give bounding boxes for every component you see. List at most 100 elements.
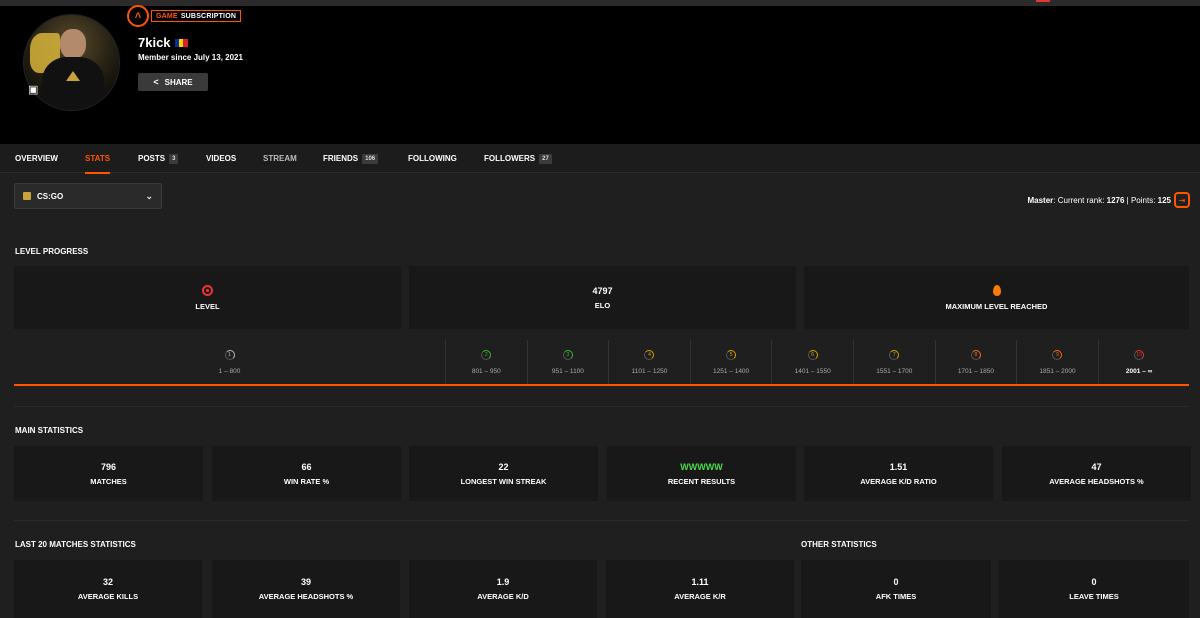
- level-range: 1551 – 1700: [876, 367, 913, 375]
- avatar[interactable]: [23, 14, 120, 111]
- count-badge: 3: [169, 153, 179, 164]
- stat-label: LEAVE TIMES: [1069, 592, 1119, 601]
- stat-card: 796 MATCHES: [14, 446, 203, 501]
- stat-label: RECENT RESULTS: [667, 476, 736, 486]
- stat-value: 66: [301, 461, 312, 472]
- max-level-label: MAXIMUM LEVEL REACHED: [945, 301, 1048, 311]
- stat-value: 796: [100, 461, 117, 472]
- elo-value: 4797: [592, 285, 613, 296]
- level-scale: 1 1 – 800 2 801 – 950 3 951 – 1100 4 1101 – 125…: [14, 340, 1189, 386]
- game-select-value: CS:GO: [37, 191, 64, 201]
- subscription-prefix: GAME: [156, 12, 178, 20]
- stat-label: AVERAGE HEADSHOTS %: [1049, 476, 1144, 486]
- tab-label: FRIENDS: [323, 154, 359, 163]
- rank-text: : Current rank:: [1053, 195, 1107, 205]
- level-segment: 10 2001 – ∞: [1097, 340, 1180, 384]
- tab-label: VIDEOS: [206, 154, 237, 163]
- avatar-head: [60, 29, 86, 59]
- level-range: 1401 – 1550: [794, 367, 831, 375]
- max-level-card: MAXIMUM LEVEL REACHED: [804, 266, 1189, 329]
- notification-indicator[interactable]: [1036, 0, 1050, 2]
- share-icon: <: [153, 77, 159, 87]
- stat-label: LONGEST WIN STREAK: [460, 476, 547, 486]
- tab-videos[interactable]: VIDEOS: [206, 144, 236, 173]
- level-segment: 4 1101 – 1250: [608, 340, 690, 384]
- tab-stats[interactable]: STATS: [85, 144, 111, 174]
- stat-value: 1.11: [691, 577, 709, 587]
- stat-value: 22: [498, 461, 509, 472]
- rank-info: Master : Current rank: 1276 | Points: 12…: [1027, 192, 1190, 208]
- level-gauge-icon: 1: [224, 349, 235, 360]
- tab-label: FOLLOWERS: [484, 154, 536, 163]
- stat-card: 39 AVERAGE HEADSHOTS %: [212, 560, 400, 618]
- rank-badge-icon: ⇥: [1174, 192, 1190, 208]
- tab-followers[interactable]: FOLLOWERS 27: [484, 144, 552, 173]
- share-button[interactable]: < SHARE: [138, 73, 208, 91]
- stat-label: WIN RATE %: [283, 476, 330, 486]
- level-range: 1101 – 1250: [631, 367, 668, 375]
- tab-posts[interactable]: POSTS 3: [138, 144, 179, 173]
- level-number: 9: [1056, 351, 1059, 358]
- chevron-up-icon: ˄: [127, 5, 149, 27]
- divider: [14, 520, 1189, 521]
- divider: [14, 406, 1189, 407]
- stat-label: MATCHES: [90, 476, 127, 486]
- level-progress-title: LEVEL PROGRESS: [15, 247, 89, 256]
- stat-label: AVERAGE K/R: [674, 592, 726, 601]
- stat-label: AVERAGE K/D RATIO: [860, 476, 937, 486]
- level-card: LEVEL: [14, 266, 401, 329]
- level-range: 1701 – 1850: [957, 367, 994, 375]
- stat-card: 66 WIN RATE %: [212, 446, 401, 501]
- level-segment: 5 1251 – 1400: [689, 340, 772, 384]
- tab-label: FOLLOWING: [408, 154, 457, 163]
- rank-sep: | Points:: [1124, 195, 1158, 205]
- level-gauge-icon: 8: [970, 349, 981, 360]
- level-gauge-icon: 9: [1052, 349, 1063, 360]
- flame-icon: [992, 284, 1001, 296]
- tab-overview[interactable]: OVERVIEW: [15, 144, 58, 173]
- count-badge: 27: [539, 153, 552, 164]
- stat-value: 1.51: [889, 461, 908, 472]
- tab-label: OVERVIEW: [15, 154, 58, 163]
- rank-label: Master: [1027, 195, 1054, 205]
- stat-value: 0: [1091, 577, 1097, 587]
- camera-icon[interactable]: ▣: [28, 85, 40, 96]
- username-text: 7kick: [138, 35, 171, 50]
- game-select[interactable]: CS:GO ⌄: [14, 183, 162, 209]
- stat-card: 1.9 AVERAGE K/D: [409, 560, 597, 618]
- level-range: 2001 – ∞: [1125, 367, 1153, 375]
- level-progress-bar: [14, 384, 1189, 386]
- points-value: 125: [1157, 195, 1171, 205]
- tab-label: POSTS: [138, 154, 166, 163]
- level-label: LEVEL: [195, 301, 220, 311]
- stat-label: AVERAGE KILLS: [77, 592, 139, 601]
- level-number: 1: [228, 351, 231, 358]
- tab-friends[interactable]: FRIENDS 106: [323, 144, 379, 173]
- tab-label: STREAM: [263, 154, 297, 163]
- stat-value: 32: [102, 577, 113, 587]
- level-number: 8: [974, 351, 978, 358]
- elo-label: ELO: [594, 300, 611, 310]
- share-label: SHARE: [164, 77, 193, 87]
- level-range: 951 – 1100: [551, 367, 584, 375]
- stat-card: 32 AVERAGE KILLS: [14, 560, 202, 618]
- level-gauge-icon: 7: [889, 349, 900, 360]
- profile-banner: ▣ ˄ GAME SUBSCRIPTION 7kick Member since…: [0, 5, 1200, 144]
- other-stats-title: OTHER STATISTICS: [801, 540, 877, 549]
- subscription-label: GAME SUBSCRIPTION: [151, 10, 242, 22]
- stat-value: 1.9: [496, 577, 510, 587]
- tab-stream[interactable]: STREAM: [263, 144, 297, 173]
- level-number: 6: [811, 351, 815, 358]
- level-segment: 8 1701 – 1850: [934, 340, 1017, 384]
- stat-label: AFK TIMES: [875, 592, 917, 601]
- level-number: 4: [648, 351, 651, 358]
- stat-value: 39: [300, 577, 311, 587]
- level-number: 7: [892, 351, 896, 358]
- level-range: 1851 – 2000: [1039, 367, 1076, 375]
- avatar-body: [42, 57, 104, 110]
- stat-label: AVERAGE HEADSHOTS %: [258, 592, 354, 601]
- count-badge: 106: [362, 153, 379, 164]
- level-gauge-icon: 2: [481, 349, 492, 360]
- tab-following[interactable]: FOLLOWING: [408, 144, 457, 173]
- subscription-badge: ˄ GAME SUBSCRIPTION: [127, 5, 242, 27]
